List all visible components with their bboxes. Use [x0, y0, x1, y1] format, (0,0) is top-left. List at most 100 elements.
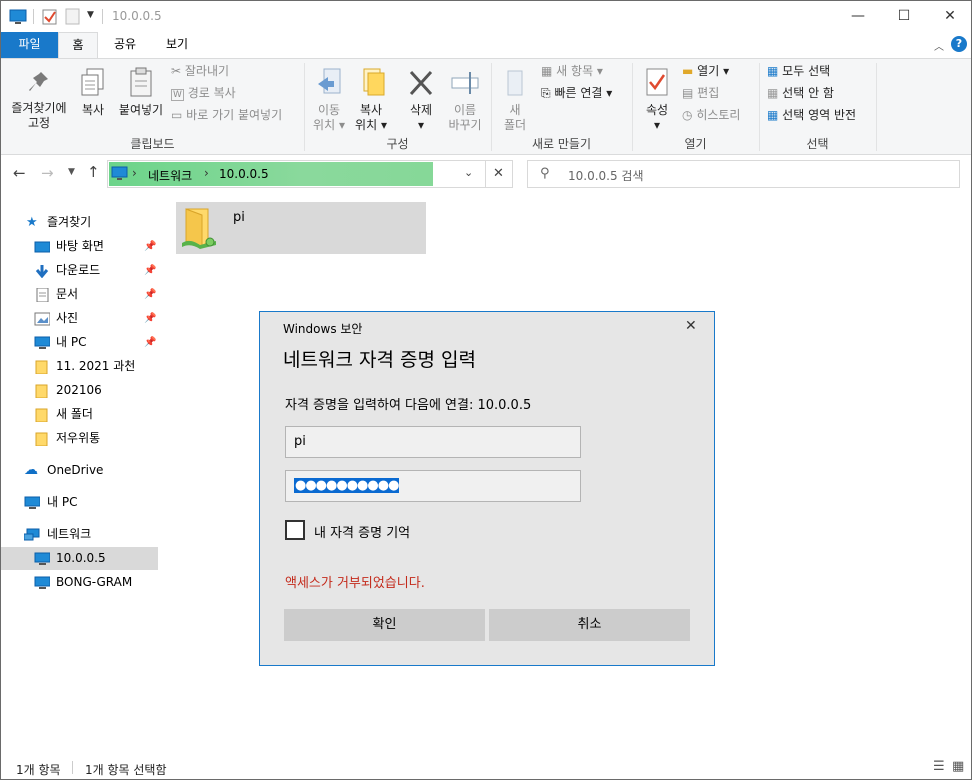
edit-button[interactable]: ▤ 편집	[682, 83, 719, 103]
remember-checkbox[interactable]	[285, 520, 305, 540]
properties-qat-icon[interactable]	[42, 8, 58, 25]
nav-quick-access-item[interactable]: 저우위통	[1, 427, 158, 450]
nav-network-item[interactable]: BONG-GRAM	[1, 571, 158, 594]
pin-icon[interactable]: 📌	[144, 283, 156, 306]
star-icon: ★	[26, 215, 38, 230]
details-view-icon[interactable]: ☰	[933, 759, 945, 774]
window-title: 10.0.0.5	[112, 9, 162, 23]
tab-file[interactable]: 파일	[1, 32, 58, 58]
username-field[interactable]: pi	[285, 426, 581, 458]
paste-shortcut-button[interactable]: ▭ 바로 가기 붙여넣기	[171, 105, 282, 125]
delete-button[interactable]: 삭제 ▾	[401, 67, 441, 133]
history-icon: ◷	[682, 108, 693, 122]
navigation-pane: ★ 즐겨찾기 바탕 화면 📌 다운로드 📌 문서 📌 사진 📌 내 PC 📌 11. 2021 과천…	[1, 192, 159, 752]
stop-icon[interactable]: ✕	[493, 166, 504, 181]
pin-icon[interactable]: 📌	[144, 331, 156, 354]
nav-quick-access[interactable]: ★ 즐겨찾기	[1, 211, 158, 234]
pin-icon[interactable]: 📌	[144, 307, 156, 330]
copy-to-button[interactable]: 복사 위치 ▾	[351, 67, 391, 133]
nav-label: BONG-GRAM	[56, 575, 133, 589]
pin-to-quick-access-button[interactable]: 즐겨찾기에 고정	[5, 69, 73, 131]
nav-quick-access-item[interactable]: 11. 2021 과천	[1, 355, 158, 378]
organize-group-label: 구성	[386, 137, 409, 151]
properties-icon	[646, 68, 668, 96]
rename-button[interactable]: 이름 바꾸기	[443, 67, 487, 133]
status-bar: 1개 항목 1개 항목 선택함 ☰ ▦	[1, 757, 971, 779]
nav-quick-access-item[interactable]: 바탕 화면 📌	[1, 235, 158, 258]
ribbon-divider	[876, 63, 877, 151]
nav-quick-access-item[interactable]: 사진 📌	[1, 307, 158, 330]
nav-label: 내 PC	[56, 335, 87, 349]
paste-button[interactable]: 붙여넣기	[115, 67, 167, 118]
address-bar[interactable]: › 네트워크 › 10.0.0.5 ⌄ ✕	[107, 160, 513, 188]
shared-folder-icon	[182, 208, 216, 249]
maximize-button[interactable]: ☐	[881, 1, 927, 32]
copy-path-button[interactable]: W 경로 복사	[171, 83, 236, 103]
invert-selection-button[interactable]: ▦ 선택 영역 반전	[767, 105, 856, 125]
ribbon-tabs: 파일 홈 공유 보기 ︿ ?	[1, 32, 971, 59]
network-computer-icon	[34, 552, 50, 565]
recent-locations-icon[interactable]: ▼	[68, 167, 75, 177]
properties-button[interactable]: 속성 ▾	[637, 67, 677, 133]
new-folder-button[interactable]: 새 폴더	[497, 67, 533, 133]
address-history-icon[interactable]: ⌄	[464, 166, 473, 179]
back-arrow-icon[interactable]: ←	[13, 164, 26, 182]
nav-quick-access-item[interactable]: 202106	[1, 379, 158, 402]
move-to-button[interactable]: 이동 위치 ▾	[307, 67, 351, 133]
ok-button[interactable]: 확인	[284, 609, 485, 641]
dialog-heading: 네트워크 자격 증명 입력	[283, 349, 476, 371]
pin-icon[interactable]: 📌	[144, 235, 156, 258]
pictures-icon	[34, 312, 50, 326]
cancel-button[interactable]: 취소	[489, 609, 690, 641]
history-button[interactable]: ◷ 히스토리	[682, 105, 740, 125]
properties-label: 속성	[645, 103, 669, 117]
folder-icon	[35, 384, 48, 398]
nav-label: 11. 2021 과천	[56, 359, 136, 373]
nav-network[interactable]: 네트워크	[1, 523, 158, 546]
breadcrumb-network[interactable]: 네트워크	[148, 167, 192, 184]
qat-dropdown-icon[interactable]: ▼	[87, 10, 94, 20]
nav-this-pc[interactable]: 내 PC	[1, 491, 158, 514]
nav-label: 바탕 화면	[56, 239, 104, 253]
up-arrow-icon[interactable]: ↑	[87, 163, 100, 181]
password-mask: ●●●●●●●●●●	[294, 478, 399, 493]
nav-quick-access-item[interactable]: 다운로드 📌	[1, 259, 158, 282]
select-none-button[interactable]: ▦ 선택 안 함	[767, 83, 834, 103]
breadcrumb-current[interactable]: 10.0.0.5	[219, 167, 269, 181]
tab-share[interactable]: 공유	[105, 32, 145, 58]
tab-view[interactable]: 보기	[157, 32, 197, 58]
nav-quick-access-item[interactable]: 문서 📌	[1, 283, 158, 306]
close-button[interactable]: ✕	[927, 1, 971, 32]
copy-to-icon	[363, 68, 385, 96]
nav-quick-access-item[interactable]: 내 PC 📌	[1, 331, 158, 354]
forward-arrow-icon[interactable]: →	[41, 164, 54, 182]
network-computer-icon	[111, 166, 128, 180]
easy-access-button[interactable]: ⎘ 빠른 연결 ▾	[541, 83, 612, 103]
dialog-message: 자격 증명을 입력하여 다음에 연결: 10.0.0.5	[285, 398, 532, 413]
open-button[interactable]: ▬ 열기 ▾	[682, 61, 729, 81]
minimize-button[interactable]: —	[835, 1, 881, 32]
cut-button[interactable]: ✂ 잘라내기	[171, 61, 229, 81]
large-icons-view-icon[interactable]: ▦	[952, 759, 964, 774]
dialog-close-button[interactable]: ✕	[685, 318, 697, 334]
new-item-button[interactable]: ▦ 새 항목 ▾	[541, 61, 603, 81]
pin-label-2: 고정	[27, 116, 51, 130]
nav-network-item-selected[interactable]: 10.0.0.5	[1, 547, 158, 570]
nav-quick-access-item[interactable]: 새 폴더	[1, 403, 158, 426]
folder-item[interactable]: pi	[176, 202, 426, 254]
new-folder-qat-icon[interactable]	[65, 8, 81, 25]
password-field[interactable]: ●●●●●●●●●●	[285, 470, 581, 502]
collapse-ribbon-icon[interactable]: ︿	[934, 38, 944, 53]
search-box[interactable]: ⚲ 10.0.0.5 검색	[527, 160, 960, 188]
new-folder-icon	[507, 70, 523, 96]
pin-icon[interactable]: 📌	[144, 259, 156, 282]
nav-onedrive[interactable]: ☁ OneDrive	[1, 459, 158, 482]
nav-label: OneDrive	[47, 463, 104, 477]
help-icon[interactable]: ?	[951, 36, 967, 52]
select-all-button[interactable]: ▦ 모두 선택	[767, 61, 830, 81]
select-none-label: 선택 안 함	[782, 86, 834, 100]
move-to-label-2: 위치	[313, 118, 336, 132]
copy-button[interactable]: 복사	[73, 67, 113, 118]
select-group-label: 선택	[806, 137, 829, 151]
tab-home[interactable]: 홈	[58, 32, 98, 59]
